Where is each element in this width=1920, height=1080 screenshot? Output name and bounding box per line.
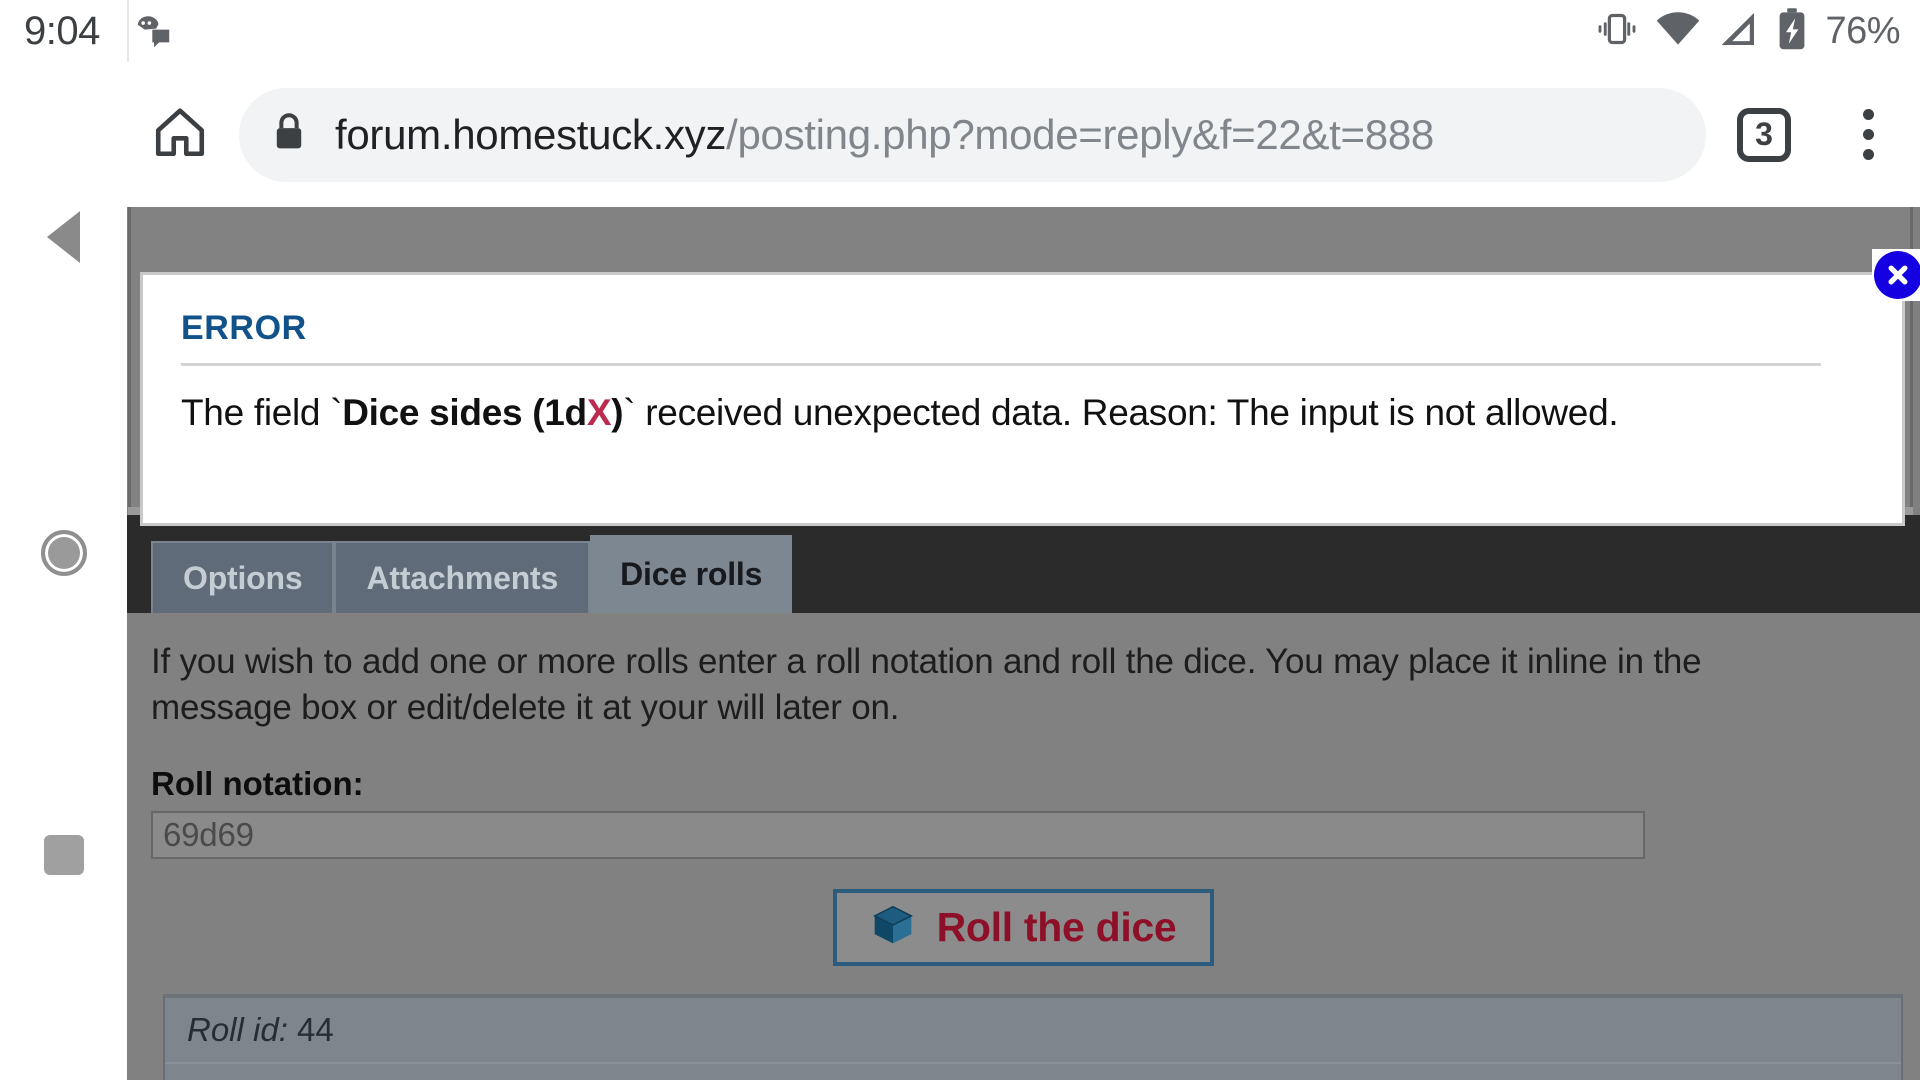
battery-percent-label: 76% <box>1825 9 1900 52</box>
tab-options-label: Options <box>183 559 303 596</box>
web-page-viewport: Options Attachments Dice rolls If you wi… <box>127 207 1920 1080</box>
roll-result-row: Roll id: 44 <box>165 998 1901 1065</box>
menu-dot <box>1862 149 1874 160</box>
error-dialog-divider <box>181 363 1821 366</box>
home-button[interactable] <box>127 103 233 166</box>
chat-bubble-icon <box>132 12 174 55</box>
browser-toolbar: forum.homestuck.xyz/posting.php?mode=rep… <box>127 62 1920 207</box>
dice-cube-icon <box>871 903 915 952</box>
error-dialog-title: ERROR <box>181 309 307 347</box>
home-circle-icon <box>40 530 87 576</box>
tab-dice-rolls[interactable]: Dice rolls <box>590 535 793 613</box>
android-status-bar: 9:04 76% <box>0 0 1920 62</box>
url-bar[interactable]: forum.homestuck.xyz/posting.php?mode=rep… <box>239 87 1706 182</box>
status-bar-divider <box>127 0 129 62</box>
error-dialog-message: The field `Dice sides (1dX)` received un… <box>181 392 1864 434</box>
tab-attachments-label: Attachments <box>366 559 559 596</box>
cellular-signal-icon <box>1717 10 1759 53</box>
url-host: forum.homestuck.xyz <box>335 110 727 158</box>
tab-dice-rolls-label: Dice rolls <box>620 555 763 592</box>
tab-options[interactable]: Options <box>151 541 335 613</box>
error-field-name: Dice sides (1d <box>342 392 587 433</box>
nav-back-button[interactable] <box>0 192 127 282</box>
roll-result-row: Roll notation: 1d20 <box>165 1064 1901 1080</box>
error-field-variable: X <box>586 392 612 433</box>
overflow-menu-icon[interactable] <box>1816 109 1920 160</box>
roll-id-value: 44 <box>297 1011 334 1049</box>
roll-the-dice-button[interactable]: Roll the dice <box>832 889 1215 967</box>
tab-attachments[interactable]: Attachments <box>334 541 591 613</box>
error-dialog: ERROR The field `Dice sides (1dX)` recei… <box>140 249 1920 526</box>
roll-results-list: Roll id: 44 Roll notation: 1d20 <box>163 994 1903 1080</box>
battery-charging-icon <box>1775 7 1809 56</box>
status-clock: 9:04 <box>24 8 100 53</box>
roll-id-label: Roll id: <box>187 1011 288 1049</box>
url-path: /posting.php?mode=reply&f=22&t=888 <box>726 110 1434 158</box>
error-message-suffix: ` received unexpected data. Reason: The … <box>623 392 1619 433</box>
roll-dice-button-row: Roll the dice <box>151 889 1896 967</box>
roll-the-dice-label: Roll the dice <box>936 904 1177 951</box>
posting-tabbar-strip: Options Attachments Dice rolls <box>127 515 1920 613</box>
recents-square-icon <box>43 835 84 875</box>
error-dialog-close-button[interactable] <box>1872 249 1920 301</box>
back-triangle-icon <box>47 211 80 263</box>
menu-dot <box>1862 109 1874 120</box>
posting-tabbar: Options Attachments Dice rolls <box>151 535 793 613</box>
android-navigation-bar <box>0 0 127 1080</box>
vibrate-icon <box>1595 9 1639 54</box>
close-icon <box>1874 251 1920 299</box>
status-bar-icons: 76% <box>1595 0 1900 62</box>
dice-panel-description: If you wish to add one or more rolls ent… <box>151 642 1702 728</box>
error-message-prefix: The field ` <box>181 392 343 433</box>
url-text: forum.homestuck.xyz/posting.php?mode=rep… <box>335 111 1434 159</box>
menu-dot <box>1862 129 1874 140</box>
phone-screen: Options Attachments Dice rolls If you wi… <box>0 0 1920 1080</box>
lock-icon <box>271 111 307 158</box>
roll-notation-input[interactable] <box>151 811 1645 860</box>
wifi-icon <box>1655 10 1701 53</box>
nav-home-button[interactable] <box>0 508 127 598</box>
dice-rolls-panel: If you wish to add one or more rolls ent… <box>127 613 1920 1080</box>
tab-count-badge: 3 <box>1737 107 1791 162</box>
nav-recents-button[interactable] <box>0 810 127 900</box>
error-field-name-end: ) <box>611 392 624 433</box>
roll-notation-label: Roll notation: <box>151 765 364 803</box>
tab-switcher-button[interactable]: 3 <box>1712 107 1816 162</box>
home-icon <box>151 103 209 166</box>
